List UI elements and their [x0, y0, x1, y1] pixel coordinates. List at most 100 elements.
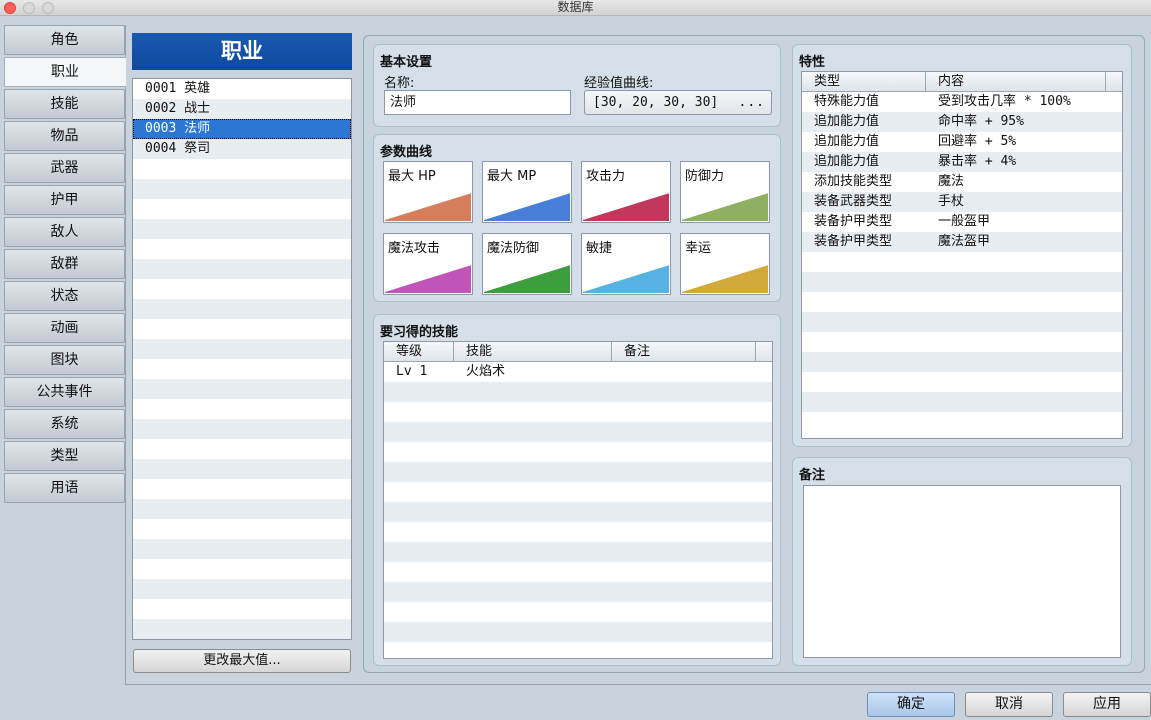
class-list-empty-row[interactable] [133, 359, 351, 379]
class-list-empty-row[interactable] [133, 599, 351, 619]
traits-table[interactable]: 类型 内容 特殊能力值 受到攻击几率 * 100% 追加能力值 命中率 + 95% 追加… [801, 71, 1123, 439]
column-header-skill[interactable]: 技能 [454, 342, 612, 361]
traits-table-empty-row[interactable] [802, 252, 1122, 272]
note-textarea[interactable] [803, 485, 1121, 658]
tab-actors[interactable]: 角色 [4, 25, 125, 55]
traits-table-row[interactable]: 装备护甲类型 魔法盔甲 [802, 232, 1122, 252]
apply-button[interactable]: 应用 [1063, 692, 1151, 717]
class-list-empty-row[interactable] [133, 159, 351, 179]
tab-terms[interactable]: 用语 [4, 473, 125, 503]
minimize-window-icon[interactable] [23, 2, 35, 14]
class-list[interactable]: 0001 英雄 0002 战士 0003 法师 0004 祭司 [132, 78, 352, 640]
skills-table-empty-row[interactable] [384, 382, 772, 402]
skills-table-empty-row[interactable] [384, 622, 772, 642]
param-curve-box[interactable]: 最大 MP [482, 161, 572, 223]
skills-table-row[interactable]: Lv 1 火焰术 [384, 362, 772, 382]
tab-troops[interactable]: 敌群 [4, 249, 125, 279]
class-list-empty-row[interactable] [133, 439, 351, 459]
traits-table-empty-row[interactable] [802, 372, 1122, 392]
param-curve-box[interactable]: 魔法防御 [482, 233, 572, 295]
skills-table-empty-row[interactable] [384, 522, 772, 542]
change-max-button[interactable]: 更改最大值... [133, 649, 351, 673]
class-list-item[interactable]: 0004 祭司 [133, 139, 351, 159]
skills-table-empty-row[interactable] [384, 422, 772, 442]
tab-skills[interactable]: 技能 [4, 89, 125, 119]
tab-tilesets[interactable]: 图块 [4, 345, 125, 375]
skills-table-empty-row[interactable] [384, 542, 772, 562]
traits-table-row[interactable]: 追加能力值 回避率 + 5% [802, 132, 1122, 152]
param-curve-box[interactable]: 幸运 [680, 233, 770, 295]
class-list-empty-row[interactable] [133, 279, 351, 299]
skills-table[interactable]: 等级 技能 备注 Lv 1 火焰术 [383, 341, 773, 659]
traits-table-row[interactable]: 追加能力值 暴击率 + 4% [802, 152, 1122, 172]
class-list-empty-row[interactable] [133, 499, 351, 519]
class-list-empty-row[interactable] [133, 199, 351, 219]
skills-table-empty-row[interactable] [384, 582, 772, 602]
class-list-empty-row[interactable] [133, 459, 351, 479]
class-list-item[interactable]: 0001 英雄 [133, 79, 351, 99]
param-curve-box[interactable]: 攻击力 [581, 161, 671, 223]
traits-table-empty-row[interactable] [802, 352, 1122, 372]
skills-table-empty-row[interactable] [384, 502, 772, 522]
class-list-empty-row[interactable] [133, 419, 351, 439]
skills-table-empty-row[interactable] [384, 562, 772, 582]
skills-table-empty-row[interactable] [384, 462, 772, 482]
close-window-icon[interactable] [4, 2, 16, 14]
class-list-empty-row[interactable] [133, 619, 351, 639]
class-list-empty-row[interactable] [133, 379, 351, 399]
class-list-item[interactable]: 0002 战士 [133, 99, 351, 119]
column-header-content[interactable]: 内容 [926, 72, 1106, 91]
traits-table-row[interactable]: 特殊能力值 受到攻击几率 * 100% [802, 92, 1122, 112]
traits-table-row[interactable]: 装备武器类型 手杖 [802, 192, 1122, 212]
param-curve-box[interactable]: 防御力 [680, 161, 770, 223]
skills-table-empty-row[interactable] [384, 442, 772, 462]
tab-states[interactable]: 状态 [4, 281, 125, 311]
class-list-empty-row[interactable] [133, 259, 351, 279]
column-header-level[interactable]: 等级 [384, 342, 454, 361]
tab-weapons[interactable]: 武器 [4, 153, 125, 183]
ok-button[interactable]: 确定 [867, 692, 955, 717]
class-list-empty-row[interactable] [133, 179, 351, 199]
tab-system[interactable]: 系统 [4, 409, 125, 439]
skills-table-empty-row[interactable] [384, 602, 772, 622]
traits-table-empty-row[interactable] [802, 332, 1122, 352]
param-curve-box[interactable]: 魔法攻击 [383, 233, 473, 295]
class-list-empty-row[interactable] [133, 219, 351, 239]
tab-enemies[interactable]: 敌人 [4, 217, 125, 247]
name-field[interactable]: 法师 [384, 90, 571, 115]
traits-table-empty-row[interactable] [802, 392, 1122, 412]
skills-table-empty-row[interactable] [384, 482, 772, 502]
class-list-empty-row[interactable] [133, 579, 351, 599]
traits-table-row[interactable]: 追加能力值 命中率 + 95% [802, 112, 1122, 132]
traits-table-empty-row[interactable] [802, 412, 1122, 432]
class-list-empty-row[interactable] [133, 319, 351, 339]
class-list-empty-row[interactable] [133, 539, 351, 559]
class-list-empty-row[interactable] [133, 559, 351, 579]
column-header-note[interactable]: 备注 [612, 342, 756, 361]
tab-classes[interactable]: 职业 [4, 57, 126, 87]
exp-curve-field[interactable]: [30, 20, 30, 30] ... [584, 90, 772, 115]
maximize-window-icon[interactable] [42, 2, 54, 14]
class-list-empty-row[interactable] [133, 299, 351, 319]
tab-animations[interactable]: 动画 [4, 313, 125, 343]
skills-table-empty-row[interactable] [384, 642, 772, 658]
cancel-button[interactable]: 取消 [965, 692, 1053, 717]
traits-table-empty-row[interactable] [802, 272, 1122, 292]
tab-armors[interactable]: 护甲 [4, 185, 125, 215]
skills-table-empty-row[interactable] [384, 402, 772, 422]
param-curve-box[interactable]: 最大 HP [383, 161, 473, 223]
class-list-empty-row[interactable] [133, 399, 351, 419]
tab-common-events[interactable]: 公共事件 [4, 377, 125, 407]
exp-curve-more-button[interactable]: ... [739, 91, 765, 114]
class-list-empty-row[interactable] [133, 339, 351, 359]
tab-types[interactable]: 类型 [4, 441, 125, 471]
tab-items[interactable]: 物品 [4, 121, 125, 151]
class-list-empty-row[interactable] [133, 519, 351, 539]
param-curve-box[interactable]: 敏捷 [581, 233, 671, 295]
traits-table-empty-row[interactable] [802, 312, 1122, 332]
class-list-item-selected[interactable]: 0003 法师 [133, 119, 351, 139]
traits-table-row[interactable]: 装备护甲类型 一般盔甲 [802, 212, 1122, 232]
class-list-empty-row[interactable] [133, 239, 351, 259]
traits-table-row[interactable]: 添加技能类型 魔法 [802, 172, 1122, 192]
column-header-type[interactable]: 类型 [802, 72, 926, 91]
